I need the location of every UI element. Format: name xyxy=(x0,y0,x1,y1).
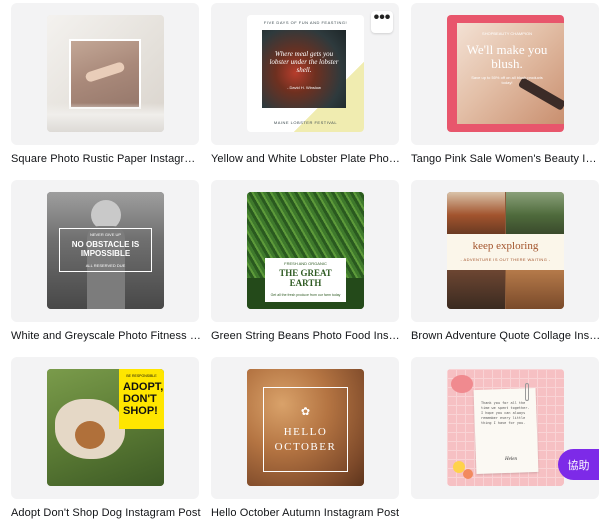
template-title[interactable]: White and Greyscale Photo Fitness Instag… xyxy=(11,330,201,342)
art-sub: - ADVENTURE IS OUT THERE WAITING - xyxy=(460,256,551,262)
template-thumbnail[interactable]: ✿ HELLO OCTOBER xyxy=(211,357,399,499)
template-thumbnail[interactable]: NEVER GIVE UP NO OBSTACLE IS IMPOSSIBLE … xyxy=(11,180,199,322)
art-headline: THE GREAT EARTH xyxy=(279,268,332,288)
pink-note-art: Thank you for all the time we spent toge… xyxy=(447,369,564,486)
art-small: FRESH AND ORGANIC xyxy=(284,260,327,266)
green-beans-art: FRESH AND ORGANIC THE GREAT EARTH Get al… xyxy=(247,192,364,309)
more-horizontal-icon[interactable]: ••• xyxy=(371,10,393,33)
art-footer: MAINE LOBSTER FESTIVAL xyxy=(273,119,338,125)
hello-october-art: ✿ HELLO OCTOBER xyxy=(247,369,364,486)
art-signature: Helen xyxy=(505,457,517,462)
maple-leaf-icon: ✿ xyxy=(300,405,311,418)
template-card[interactable]: FRESH AND ORGANIC THE GREAT EARTH Get al… xyxy=(211,180,401,342)
template-title[interactable]: Yellow and White Lobster Plate Photo Ins… xyxy=(211,153,401,165)
template-title[interactable]: Tango Pink Sale Women's Beauty Instagram… xyxy=(411,153,599,165)
art-headline: ADOPT, DON'T SHOP! xyxy=(123,381,164,417)
template-card[interactable]: FIVE DAYS OF FUN AND FEASTING! Where mea… xyxy=(211,3,401,165)
art-note: Thank you for all the time we spent toge… xyxy=(481,401,530,425)
art-sub: Save up to 50% off on all blush products… xyxy=(471,75,543,85)
art-top: NEVER GIVE UP xyxy=(89,231,122,237)
help-button[interactable]: 協助 xyxy=(558,449,599,480)
template-title[interactable]: Brown Adventure Quote Collage Instagram … xyxy=(411,330,599,342)
template-thumbnail[interactable]: BE RESPONSIBLE ADOPT, DON'T SHOP! xyxy=(11,357,199,499)
art-small: BE RESPONSIBLE xyxy=(126,374,157,378)
template-card[interactable]: Square Photo Rustic Paper Instagram Post xyxy=(11,3,201,165)
pink-beauty-art: SHOPBEAUTY CHAMPION We'll make you blush… xyxy=(447,15,564,132)
template-card[interactable]: ✿ HELLO OCTOBER Hello October Autumn Ins… xyxy=(211,357,399,519)
template-card[interactable]: BE RESPONSIBLE ADOPT, DON'T SHOP! Adopt … xyxy=(11,357,201,519)
art-sub: Get all the fresh produce from our farm … xyxy=(270,293,341,297)
rustic-paper-art xyxy=(47,15,164,132)
lobster-plate-art: FIVE DAYS OF FUN AND FEASTING! Where mea… xyxy=(247,15,364,132)
art-headline: keep exploring xyxy=(472,240,539,252)
greyscale-fitness-art: NEVER GIVE UP NO OBSTACLE IS IMPOSSIBLE … xyxy=(47,192,164,309)
template-thumbnail[interactable]: FRESH AND ORGANIC THE GREAT EARTH Get al… xyxy=(211,180,399,322)
art-header: FIVE DAYS OF FUN AND FEASTING! xyxy=(263,19,348,25)
template-title[interactable]: Hello October Autumn Instagram Post xyxy=(211,507,401,519)
template-card[interactable]: NEVER GIVE UP NO OBSTACLE IS IMPOSSIBLE … xyxy=(11,180,201,342)
art-quote-author: - David H. Winslow xyxy=(287,84,321,90)
template-title[interactable]: Green String Beans Photo Food Instagram … xyxy=(211,330,401,342)
adopt-dog-art: BE RESPONSIBLE ADOPT, DON'T SHOP! xyxy=(47,369,164,486)
art-headline: HELLO OCTOBER xyxy=(274,426,337,453)
template-title[interactable]: Square Photo Rustic Paper Instagram Post xyxy=(11,153,201,165)
art-bottom: ALL RESERVED DUE xyxy=(85,262,126,268)
art-small: SHOPBEAUTY CHAMPION xyxy=(482,30,532,36)
template-card[interactable]: SHOPBEAUTY CHAMPION We'll make you blush… xyxy=(411,3,599,165)
template-card[interactable]: keep exploring - ADVENTURE IS OUT THERE … xyxy=(411,180,599,342)
adventure-collage-art: keep exploring - ADVENTURE IS OUT THERE … xyxy=(447,192,564,309)
template-thumbnail[interactable]: FIVE DAYS OF FUN AND FEASTING! Where mea… xyxy=(211,3,399,145)
template-thumbnail[interactable]: keep exploring - ADVENTURE IS OUT THERE … xyxy=(411,180,599,322)
art-headline: We'll make you blush. xyxy=(466,42,548,71)
template-thumbnail[interactable]: SHOPBEAUTY CHAMPION We'll make you blush… xyxy=(411,3,599,145)
template-thumbnail[interactable] xyxy=(11,3,199,145)
art-headline: NO OBSTACLE IS IMPOSSIBLE xyxy=(71,240,140,258)
art-quote: Where meal gets you lobster under the lo… xyxy=(269,50,339,74)
template-title[interactable]: Adopt Don't Shop Dog Instagram Post xyxy=(11,507,201,519)
